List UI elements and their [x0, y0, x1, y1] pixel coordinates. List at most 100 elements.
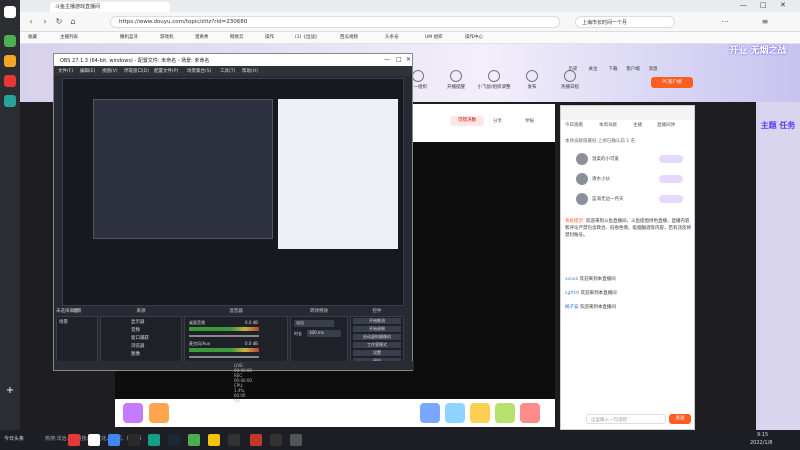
menu-edit[interactable]: 编辑(E) — [80, 68, 95, 74]
app-icon[interactable] — [68, 434, 80, 446]
share-button[interactable]: 分享 — [493, 118, 502, 124]
nav-icon[interactable] — [488, 70, 500, 82]
menu-view[interactable]: 视图(V) — [102, 68, 118, 74]
search-input[interactable]: 上海市长时间一个月 — [575, 16, 675, 28]
bookmark-item[interactable]: 主播列表 — [60, 34, 78, 40]
tab-weekly[interactable]: 本周贡献 — [599, 122, 617, 128]
app-icon[interactable] — [290, 434, 302, 446]
nav-item[interactable]: 热播日程 — [552, 84, 588, 90]
close-icon[interactable]: ✕ — [406, 56, 411, 63]
gift-icon[interactable] — [149, 403, 169, 423]
dock-app-icon[interactable] — [4, 55, 16, 67]
tab-today[interactable]: 今日观看 — [565, 122, 583, 128]
volume-slider[interactable] — [189, 335, 259, 337]
add-icon[interactable]: + — [4, 385, 16, 397]
maximize-icon[interactable]: □ — [396, 56, 402, 63]
browser-tab[interactable]: 斗鱼主播游戏直播间 — [50, 2, 170, 12]
rank-row[interactable]: 清水小伙 — [564, 172, 692, 186]
source-item[interactable]: 音频 — [131, 327, 140, 333]
obs-window[interactable]: OBS 27.1.3 (64-bit, windows) - 配置文件: 未命名… — [53, 53, 414, 403]
url-input[interactable]: https://www.douyu.com/topic/zttz?rid=230… — [110, 16, 560, 28]
menu-icon[interactable]: ≡ — [760, 17, 770, 27]
tab-danmaku[interactable]: 直播间弹 — [657, 122, 675, 128]
bookmark-item[interactable]: (1)《出战》 — [295, 34, 319, 40]
nav-icon[interactable] — [450, 70, 462, 82]
settings-button[interactable]: 设置 — [353, 350, 401, 356]
volume-slider[interactable] — [189, 356, 259, 358]
studio-mode-button[interactable]: 工作室模式 — [353, 342, 401, 348]
gift-icon[interactable] — [495, 403, 515, 423]
app-logo-icon[interactable] — [4, 6, 16, 18]
app-icon[interactable] — [228, 434, 240, 446]
duration-input[interactable]: 300 ms — [307, 330, 341, 337]
menu-file[interactable]: 文件(F) — [58, 68, 73, 74]
minimize-icon[interactable]: — — [740, 1, 747, 9]
bookmark-item[interactable]: 游戏机 — [160, 34, 174, 40]
source-item[interactable]: 图像 — [131, 351, 140, 357]
send-button[interactable]: 发送 — [669, 414, 691, 424]
bookmark-item[interactable]: 操作中心 — [465, 34, 483, 40]
forward-icon[interactable]: › — [40, 17, 50, 27]
menu-profile[interactable]: 配置文件(P) — [154, 68, 178, 74]
steam-icon[interactable] — [168, 434, 180, 446]
bookmark-item[interactable]: 猎奇秀 — [195, 34, 209, 40]
clock-date[interactable]: 2022/1/8 — [750, 440, 772, 446]
gift-icon[interactable] — [470, 403, 490, 423]
dock-app-icon[interactable] — [4, 95, 16, 107]
tab-anchor[interactable]: 主播 — [633, 122, 642, 128]
gift-icon[interactable] — [420, 403, 440, 423]
nav-item[interactable]: 小飞鼠/组织调整 — [476, 84, 512, 90]
app-icon[interactable] — [188, 434, 200, 446]
bookmark-item[interactable]: 撒机蓝牙 — [120, 34, 138, 40]
menu-docks[interactable]: 停靠窗口(D) — [124, 68, 149, 74]
nav-item[interactable]: 开播提醒 — [438, 84, 474, 90]
bookmark-item[interactable]: 头条号 — [385, 34, 399, 40]
source-item[interactable]: 浏览器 — [131, 343, 145, 349]
menu-tools[interactable]: 工具(T) — [220, 68, 235, 74]
nav-icon[interactable] — [412, 70, 424, 82]
nav-item[interactable]: 发布 — [514, 84, 550, 90]
start-recording-button[interactable]: 开始录制 — [353, 326, 401, 332]
dock-app-icon[interactable] — [4, 35, 16, 47]
follow-button[interactable]: 可错决数 — [450, 116, 484, 126]
obs-icon[interactable] — [270, 434, 282, 446]
maximize-icon[interactable]: □ — [760, 1, 767, 9]
app-icon[interactable] — [148, 434, 160, 446]
chat-input[interactable]: 这里输入一句话吧 — [586, 414, 666, 424]
close-icon[interactable]: ✕ — [780, 1, 786, 9]
app-icon[interactable] — [88, 434, 100, 446]
minimize-icon[interactable]: — — [384, 56, 390, 63]
start-streaming-button[interactable]: 开始推流 — [353, 318, 401, 324]
nav-icon[interactable] — [526, 70, 538, 82]
app-icon[interactable] — [250, 434, 262, 446]
scene-item[interactable]: 场景 — [59, 319, 68, 325]
gift-icon[interactable] — [445, 403, 465, 423]
source-item[interactable]: 窗口捕获 — [131, 335, 149, 341]
back-icon[interactable]: ‹ — [26, 17, 36, 27]
gift-icon[interactable] — [123, 403, 143, 423]
bookmark-item[interactable]: UM 组织 — [425, 34, 443, 40]
rank-row[interactable]: 温柔的小可爱 — [564, 152, 692, 166]
extensions-icon[interactable]: ⋯ — [720, 17, 730, 27]
promo-text[interactable]: 主题 任务 — [756, 120, 800, 131]
dock-app-icon[interactable] — [4, 75, 16, 87]
bookmark-item[interactable]: 收藏 — [28, 34, 37, 40]
app-icon[interactable] — [208, 434, 220, 446]
transition-select[interactable]: 淡出 — [294, 320, 334, 327]
bookmark-item[interactable]: 西瓜视频 — [340, 34, 358, 40]
terminal-icon[interactable] — [128, 434, 140, 446]
clock-time[interactable]: 9:15 — [757, 432, 768, 438]
pc-client-button[interactable]: PC客户端 — [651, 77, 693, 88]
menu-help[interactable]: 帮助(H) — [242, 68, 258, 74]
news-widget[interactable]: 今日头条 — [4, 435, 24, 442]
obs-preview[interactable] — [62, 78, 404, 306]
virtual-camera-button[interactable]: 启动虚拟摄像机 — [353, 334, 401, 340]
gift-icon[interactable] — [520, 403, 540, 423]
report-button[interactable]: 举报 — [525, 118, 534, 124]
home-icon[interactable]: ⌂ — [68, 17, 78, 27]
rank-row[interactable]: 蓝海无边一月天 — [564, 192, 692, 206]
source-item[interactable]: 显示器 — [131, 319, 145, 325]
event-banner[interactable]: 开业 无烟之战 — [720, 46, 796, 72]
browser-icon[interactable] — [108, 434, 120, 446]
menu-scene-collection[interactable]: 场景集合(S) — [187, 68, 211, 74]
